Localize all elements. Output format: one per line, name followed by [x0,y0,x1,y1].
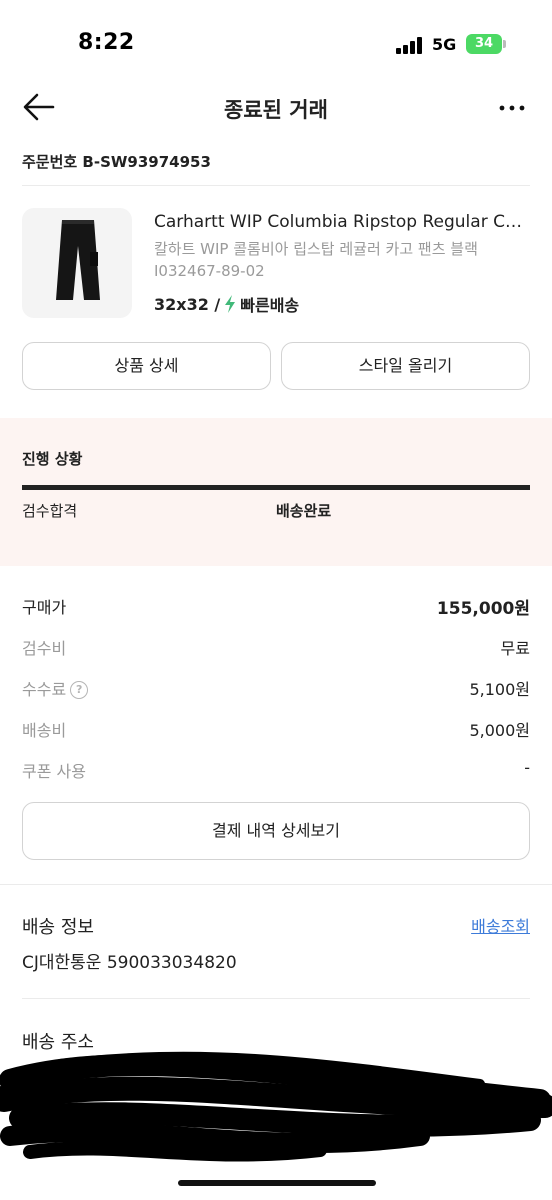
fast-delivery-label: 빠른배송 [240,296,300,315]
status-time: 8:22 [78,30,135,55]
courier-tracking-number: CJ대한통운 590033034820 [22,953,237,973]
question-icon[interactable]: ? [70,681,89,699]
price-label: 구매가 [22,598,67,617]
progress-step-delivered: 배송완료 [276,502,332,520]
page-title: 종료된 거래 [224,98,328,122]
delivery-info-title: 배송 정보 [22,917,94,938]
network-type: 5G [432,35,457,54]
commission-value: 5,100원 [469,680,530,699]
progress-panel: 진행 상황 검수합격 배송완료 [0,418,552,566]
progress-bar [22,485,530,490]
product-image[interactable] [22,208,132,318]
inspection-fee-value: 무료 [500,639,530,658]
battery-tip [503,40,506,48]
more-button[interactable] [496,94,528,122]
divider [22,998,530,999]
status-bar: 8:22 5G 34 [0,0,552,88]
cargo-pants-image [56,220,100,300]
signal-icon [396,36,426,54]
payment-detail-button[interactable]: 결제 내역 상세보기 [22,802,530,860]
product-code: I032467-89-02 [154,262,265,280]
progress-step-inspection: 검수합격 [22,502,78,520]
tracking-link[interactable]: 배송조회 [471,913,530,937]
product-option: 32x32 / 빠른배송 [154,292,299,316]
coupon-label: 쿠폰 사용 [22,762,86,781]
divider [0,884,552,885]
product-size: 32x32 / [154,294,221,314]
coupon-value: - [524,758,530,777]
progress-title: 진행 상황 [22,450,83,468]
ellipsis-icon [499,105,525,111]
lightning-icon [225,295,236,313]
product-detail-button[interactable]: 상품 상세 [22,342,271,390]
commission-label-text: 수수료 [22,680,67,699]
product-name-korean: 칼하트 WIP 콜롬비아 립스탑 레귤러 카고 팬츠 블랙 [154,240,478,258]
shipping-fee-value: 5,000원 [469,721,530,740]
order-number: 주문번호 B-SW93974953 [22,153,211,171]
product-name[interactable]: Carhartt WIP Columbia Ripstop Regular Ca… [154,212,530,232]
redaction-scribble [0,1051,552,1162]
home-indicator [178,1180,376,1186]
nav-header: 종료된 거래 [0,88,552,128]
commission-label: 수수료? [22,676,89,700]
shipping-fee-label: 배송비 [22,721,67,740]
battery-level: 34 [474,36,494,51]
post-style-button[interactable]: 스타일 올리기 [281,342,530,390]
battery-icon: 34 [466,34,502,54]
inspection-fee-label: 검수비 [22,639,67,658]
price-value: 155,000원 [436,599,530,619]
divider [22,185,530,186]
